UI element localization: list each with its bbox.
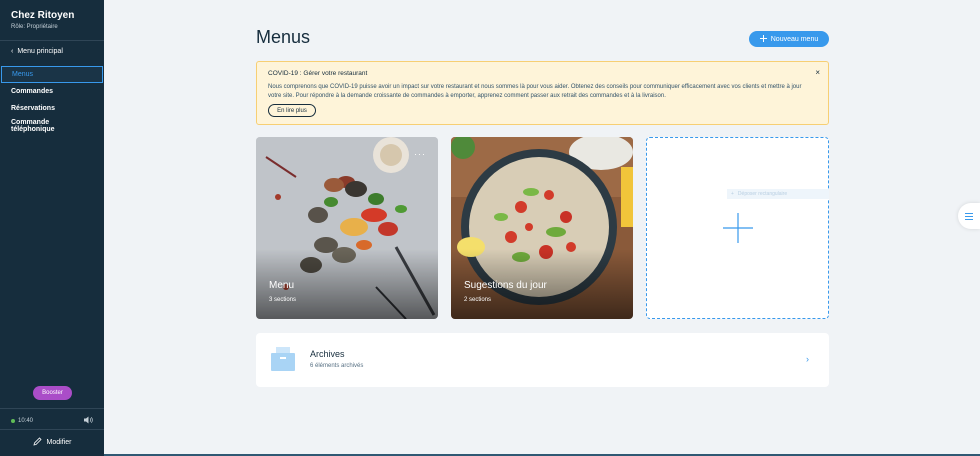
back-label: Menu principal: [17, 48, 63, 55]
add-hint-label: Déposer rectangulaire: [737, 191, 788, 197]
add-hint: + Déposer rectangulaire: [727, 189, 829, 199]
pencil-icon: [32, 437, 42, 448]
speaker-icon[interactable]: [84, 416, 93, 426]
divider: [0, 40, 104, 41]
page-title: Menus: [256, 27, 311, 47]
more-options-icon[interactable]: ···: [414, 149, 426, 159]
side-panel-toggle[interactable]: [958, 203, 980, 229]
online-dot: [11, 419, 15, 423]
sidebar-item-label: Commande téléphonique: [11, 118, 55, 133]
chevron-left-icon: ‹: [11, 48, 14, 55]
close-icon[interactable]: ×: [815, 68, 820, 77]
divider: [0, 408, 104, 409]
clock: 10:40: [11, 418, 33, 424]
menu-card[interactable]: Sugestions du jour 2 sections: [451, 137, 633, 319]
add-menu-card[interactable]: + Déposer rectangulaire: [646, 137, 829, 319]
read-more-button[interactable]: En lire plus: [268, 104, 316, 117]
booster-button[interactable]: Booster: [33, 386, 72, 400]
sidebar-item-label: Commandes: [11, 88, 54, 95]
menu-card[interactable]: ··· Menu 3 sections: [256, 137, 438, 319]
sidebar-nav: Menus Commandes Réservations Commande té…: [0, 66, 104, 134]
plus-icon: [723, 213, 753, 243]
plus-icon: +: [731, 191, 734, 197]
list-icon: [965, 212, 973, 220]
menu-card-subtitle: 2 sections: [464, 297, 492, 303]
brand-block: Chez Ritoyen Rôle: Propriétaire: [0, 0, 104, 30]
user-role: Rôle: Propriétaire: [11, 24, 58, 30]
back-to-main-menu[interactable]: ‹ Menu principal: [11, 48, 63, 55]
restaurant-name: Chez Ritoyen: [11, 10, 75, 21]
sidebar: Chez Ritoyen Rôle: Propriétaire ‹ Menu p…: [0, 0, 104, 456]
modify-label: Modifier: [46, 439, 72, 446]
clock-time: 10:40: [18, 418, 34, 424]
plus-icon: [759, 34, 767, 44]
archives-subtitle: 6 éléments archivés: [310, 363, 364, 369]
sidebar-item-commande-telephonique[interactable]: Commande téléphonique: [0, 117, 104, 134]
menu-card-subtitle: 3 sections: [269, 297, 297, 303]
notice-body: Nous comprenons que COVID-19 puisse avoi…: [268, 84, 802, 99]
sidebar-item-reservations[interactable]: Réservations: [0, 100, 104, 117]
sidebar-item-label: Menus: [12, 71, 34, 78]
sidebar-item-commandes[interactable]: Commandes: [0, 83, 104, 100]
chevron-right-icon[interactable]: ›: [806, 354, 809, 364]
archives-row[interactable]: Archives 6 éléments archivés ›: [256, 333, 829, 387]
new-menu-button[interactable]: Nouveau menu: [749, 31, 829, 47]
covid-notice: COVID-19 : Gérer votre restaurant Nous c…: [256, 61, 829, 125]
new-menu-label: Nouveau menu: [770, 35, 819, 43]
menu-card-title: Menu: [269, 280, 295, 291]
archives-title: Archives: [310, 349, 345, 359]
sidebar-item-label: Réservations: [11, 105, 55, 112]
notice-title: COVID-19 : Gérer votre restaurant: [268, 70, 368, 77]
divider: [0, 429, 104, 430]
archive-box-icon: [271, 347, 295, 371]
sidebar-item-menus[interactable]: Menus: [1, 66, 103, 83]
menu-card-title: Sugestions du jour: [464, 280, 547, 291]
modify-button[interactable]: Modifier: [0, 437, 104, 448]
status-row: 10:40: [11, 416, 93, 426]
